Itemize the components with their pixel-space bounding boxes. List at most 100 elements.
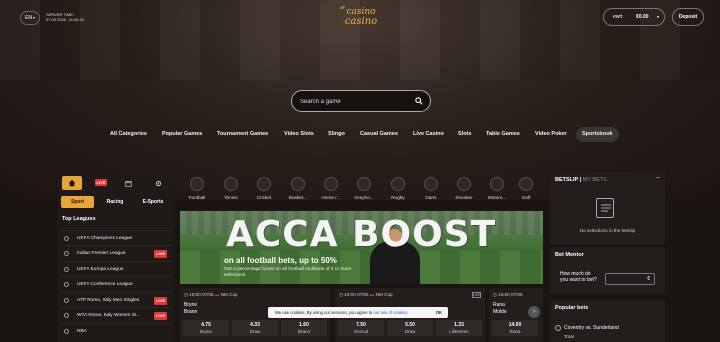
category-casual[interactable]: Casual Games	[360, 127, 398, 142]
calendar-tab[interactable]	[122, 176, 134, 190]
category-video-slots[interactable]: Video Slots	[284, 127, 314, 142]
sport-label: Basket...	[288, 195, 308, 200]
tab-esports[interactable]: E-Sports	[138, 196, 168, 208]
league-icon	[64, 298, 69, 303]
account-balance: €0.00	[636, 14, 649, 20]
search-input[interactable]	[300, 96, 410, 107]
live-badge: LIVE	[154, 297, 167, 305]
match-time: 18:00 07/05	[344, 292, 369, 297]
category-live-casino[interactable]: Live Casino	[413, 127, 444, 142]
server-time-value: 07.05.2025, 16:49:20	[46, 17, 84, 22]
sport-basketball[interactable]: Basket...	[283, 177, 313, 207]
odds-label: Draw	[249, 329, 261, 334]
odds-button[interactable]: 4.75 Bryne	[183, 320, 229, 336]
odds-value: 4.33	[250, 322, 260, 328]
bet-amount-input[interactable]: €	[605, 273, 655, 285]
league-item[interactable]: UEFA Champions League	[62, 230, 170, 245]
league-item[interactable]: ATP Rome, Italy Men Singles LIVE	[62, 292, 170, 307]
casino-logo[interactable]: casino casino	[336, 6, 386, 27]
live-tab[interactable]: LIVE	[94, 176, 108, 190]
banner-subtitle: on all football bets, up to 50%	[224, 256, 337, 265]
tab-my-bets[interactable]: MY BETS	[583, 177, 607, 183]
odds-button[interactable]: 7.50 Grorud	[338, 320, 384, 336]
sport-football[interactable]: Football	[182, 177, 212, 207]
cookie-text: We use cookies. By using our services, y…	[275, 310, 374, 315]
league-item[interactable]: UEFA Conference League	[62, 276, 170, 291]
cookie-policy-link[interactable]: our use of cookies.	[373, 310, 408, 315]
match-time: 18:00 07/05	[189, 292, 214, 297]
sport-snooker[interactable]: Snooker	[449, 177, 479, 207]
odds-value: 5.50	[405, 322, 415, 328]
odds-value: 4.75	[201, 322, 211, 328]
language-selector[interactable]: EN▾	[20, 11, 40, 25]
league-name: UEFA Europa League	[77, 267, 124, 272]
search-icon[interactable]	[415, 97, 423, 105]
live-badge: LIVE	[94, 179, 108, 186]
category-video-poker[interactable]: Video Poker	[535, 127, 567, 142]
sport-tennis[interactable]: Tennis	[216, 177, 246, 207]
home-icon	[68, 179, 76, 187]
home-tab[interactable]	[62, 176, 82, 190]
match-competition: NM Cup	[375, 292, 393, 297]
tab-sport[interactable]: Sport	[61, 196, 94, 208]
betslip-tabs: BETSLIP | MY BETS	[555, 177, 607, 183]
league-name: Indian Premier League	[77, 251, 126, 256]
cookie-ok-button[interactable]: OK	[436, 307, 442, 318]
league-item[interactable]: WTA Rome, Italy Women Si... LIVE	[62, 307, 170, 322]
sport-label: Snooker	[455, 195, 473, 200]
sport-motorsport[interactable]: Motors...	[482, 177, 512, 207]
chevron-down-icon: ▾	[657, 14, 660, 19]
league-name: UEFA Champions League	[77, 236, 133, 241]
sport-horse-racing[interactable]: Horse r...	[316, 177, 346, 207]
match-header: ◷ 18:00 07/05 ▬ NM Cup	[184, 292, 238, 298]
sport-cricket[interactable]: Cricket	[249, 177, 279, 207]
odds-button[interactable]: 1.33 Lillestrom	[436, 320, 482, 336]
category-slots[interactable]: Slots	[458, 127, 471, 142]
league-item[interactable]: NBA	[62, 323, 170, 338]
match-competition: NM Cup	[220, 292, 238, 297]
tab-betslip[interactable]: BETSLIP	[555, 177, 578, 183]
sport-label: Darts	[425, 195, 437, 200]
category-table-games[interactable]: Table Games	[486, 127, 520, 142]
sport-label: Motors...	[487, 195, 507, 200]
promo-banner[interactable]: ACCA BOOST on all football bets, up to 5…	[180, 211, 543, 284]
bet-mentor-panel: Bet Mentor How much do you want to bet? …	[550, 247, 665, 294]
odds-label: Rana	[509, 329, 521, 334]
flag-icon: ▬	[369, 292, 375, 297]
collapse-icon[interactable]: −	[656, 175, 660, 182]
game-search	[291, 90, 431, 112]
odds-button[interactable]: 14.00 Rana	[492, 320, 538, 336]
league-name: WTA Rome, Italy Women Si...	[77, 313, 140, 318]
league-item[interactable]: UEFA Europa League	[62, 261, 170, 276]
cricket-icon	[257, 177, 271, 191]
category-slingo[interactable]: Slingo	[328, 127, 345, 142]
sport-greyhounds[interactable]: Greyho...	[349, 177, 379, 207]
odds-label: Grorud	[353, 329, 369, 334]
live-indicator: LIVE	[472, 292, 481, 298]
category-sportsbook[interactable]: Sportsbook	[576, 127, 619, 142]
chevron-right-icon[interactable]: ›	[528, 306, 540, 318]
odds-label: Brann	[297, 329, 311, 334]
question-line: you want to bet?	[560, 277, 597, 283]
sport-golf[interactable]: Golf	[513, 177, 539, 207]
sport-label: Greyho...	[354, 195, 374, 200]
account-name: ewrt	[613, 14, 623, 20]
category-all[interactable]: All Categories	[110, 127, 147, 142]
sport-rugby[interactable]: Rugby	[383, 177, 413, 207]
popular-match[interactable]: Coventry vs. Sunderland	[564, 325, 619, 331]
deposit-button[interactable]: Deposit	[672, 8, 704, 26]
odds-label: Bryne	[199, 329, 212, 334]
category-tournament[interactable]: Tournament Games	[217, 127, 268, 142]
odds-button[interactable]: 1.60 Brann	[281, 320, 327, 336]
sport-darts[interactable]: Darts	[416, 177, 446, 207]
team-home: Bryne	[184, 302, 198, 308]
settings-tab[interactable]	[152, 176, 164, 190]
league-item[interactable]: Indian Premier League LIVE	[62, 245, 170, 260]
category-popular[interactable]: Popular Games	[162, 127, 202, 142]
odds-button[interactable]: 4.33 Draw	[232, 320, 278, 336]
tab-racing[interactable]: Racing	[100, 196, 130, 208]
odds-button[interactable]: 5.50 Draw	[387, 320, 433, 336]
football-icon	[555, 325, 561, 331]
account-menu[interactable]: ewrt €0.00 ▾	[603, 8, 665, 26]
league-icon	[64, 329, 69, 334]
